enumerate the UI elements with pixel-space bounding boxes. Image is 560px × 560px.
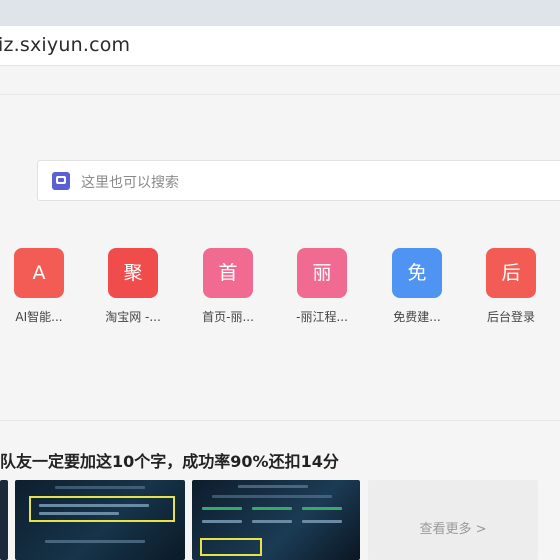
quick-link-free-site[interactable]: 免 免费建... [382, 248, 452, 325]
address-bar[interactable]: iz.sxiyun.com [0, 26, 560, 66]
header-divider [0, 94, 560, 95]
thumbnail-detail [202, 507, 242, 510]
feed-thumbnail[interactable] [192, 480, 360, 560]
address-text[interactable]: iz.sxiyun.com [0, 34, 130, 56]
thumbnail-detail [302, 520, 342, 523]
search-engine-icon [52, 172, 70, 190]
thumbnail-detail [302, 507, 342, 510]
quick-link-ai[interactable]: A AI智能... [4, 248, 74, 325]
quick-link-admin-login-icon: 后 [486, 248, 536, 298]
quick-link-lijiang[interactable]: 丽 -丽江程... [287, 248, 357, 325]
quick-link-label: 免费建... [393, 310, 441, 324]
quick-link-label: AI智能... [15, 310, 63, 324]
quick-link-free-site-icon: 免 [392, 248, 442, 298]
quick-link-admin-login[interactable]: 后 后台登录 [476, 248, 546, 325]
feed-headline[interactable]: 队友一定要加这10个字，成功率90%还扣14分 [0, 448, 339, 472]
quick-link-ai-icon: A [14, 248, 64, 298]
thumbnail-detail [212, 495, 332, 498]
thumbnail-detail [39, 504, 149, 507]
quick-link-lijiang-icon: 丽 [297, 248, 347, 298]
thumbnail-detail [45, 540, 145, 543]
thumbnail-detail [202, 520, 242, 523]
search-box[interactable]: 这里也可以搜索 [37, 160, 560, 201]
thumbnail-detail [55, 486, 145, 489]
feed-thumbnails: 查看更多 > [0, 480, 560, 560]
thumbnail-detail [252, 507, 292, 510]
quick-links: A AI智能... 聚 淘宝网 -... 首 首页-丽... 丽 -丽江程...… [0, 248, 560, 338]
quick-link-home[interactable]: 首 首页-丽... [193, 248, 263, 325]
quick-link-taobao[interactable]: 聚 淘宝网 -... [98, 248, 168, 325]
thumbnail-highlight-frame [29, 496, 175, 522]
browser-tab-strip [0, 0, 560, 26]
quick-link-home-icon: 首 [203, 248, 253, 298]
quick-link-label: 淘宝网 -... [105, 310, 161, 324]
feed-thumbnail[interactable] [15, 480, 185, 560]
section-divider [0, 420, 560, 421]
quick-link-label: 后台登录 [486, 310, 535, 324]
quick-link-label: 首页-丽... [202, 310, 254, 324]
feed-thumbnail[interactable] [0, 480, 8, 560]
quick-link-taobao-icon: 聚 [108, 248, 158, 298]
search-input[interactable]: 这里也可以搜索 [81, 172, 179, 192]
thumbnail-detail [238, 485, 308, 488]
thumbnail-detail [39, 512, 119, 515]
see-more-link[interactable]: 查看更多 > [368, 518, 538, 537]
see-more-card[interactable]: 查看更多 > [368, 480, 538, 560]
quick-link-label: -丽江程... [296, 310, 348, 324]
thumbnail-detail [252, 520, 292, 523]
thumbnail-highlight-frame [200, 538, 262, 556]
